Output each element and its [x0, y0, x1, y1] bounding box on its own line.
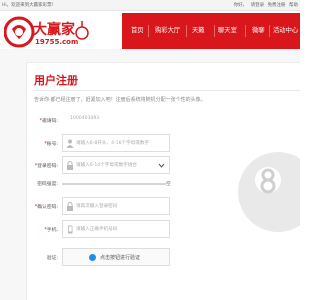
phone-label: *手机:: [44, 228, 58, 233]
nav-divider: [269, 25, 270, 37]
account-field[interactable]: 请输入6-8开头、4-16个字母或数字: [62, 134, 170, 152]
eight-ball-illustration: [238, 152, 300, 232]
top-bar: Hi，欢迎来到大赢家彩票! 你好， 请登录 免费注册 帮助: [0, 0, 300, 11]
verify-button-label: 点击按钮进行验证: [100, 255, 141, 261]
password-field[interactable]: 请输入6-14个字母或数字组合: [62, 156, 170, 174]
nav-item-activity-center[interactable]: 活动中心: [273, 13, 298, 49]
main-nav: 首页 购彩大厅 天籁 聊天室 微聊 活动中心: [122, 13, 300, 49]
nav-divider: [186, 25, 187, 37]
strength-end-label: 空: [166, 182, 171, 187]
nav-item-chat-room[interactable]: 聊天室: [218, 13, 237, 49]
captcha-verify-button[interactable]: 点击按钮进行验证: [62, 248, 170, 266]
login-link[interactable]: 请登录: [251, 3, 265, 8]
chevron-down-icon[interactable]: [158, 162, 165, 169]
phone-placeholder: 请输入正确手机号码: [76, 227, 118, 232]
confirm-label: *确认密码:: [34, 205, 58, 210]
account-label: *账号:: [44, 142, 58, 147]
nav-divider: [245, 25, 246, 37]
lock-icon: [67, 161, 73, 170]
logo-brand: 大赢家: [33, 21, 76, 38]
user-icon: [66, 139, 74, 148]
site-logo[interactable]: 大赢家 19755.com: [4, 11, 96, 49]
nav-item-tianlai[interactable]: 天籁: [192, 13, 205, 49]
nav-item-weiliao[interactable]: 微聊: [252, 13, 265, 49]
help-link[interactable]: 帮助: [289, 3, 298, 8]
register-link[interactable]: 免费注册: [268, 3, 286, 8]
invite-label: *邀请码:: [39, 119, 58, 124]
page-title: 用户注册: [34, 74, 78, 87]
invite-code-value: 1000403093: [70, 116, 100, 121]
confirm-password-field[interactable]: 请再次输入登录密码: [62, 197, 170, 215]
page-subtitle: 告诉你·都已经注册了，赶紧加入吧！注册后系统将随机分配一张个性的头像。: [34, 97, 206, 103]
password-placeholder: 请输入6-14个字母或数字组合: [76, 163, 137, 168]
greeting-text: 你好，: [233, 3, 248, 8]
account-placeholder: 请输入6-8开头、4-16个字母或数字: [76, 141, 150, 146]
title-divider: [34, 90, 300, 91]
nav-divider: [148, 25, 149, 37]
nav-item-home[interactable]: 首页: [131, 13, 144, 49]
welcome-text: Hi，欢迎来到大赢家彩票!: [2, 3, 54, 8]
lock-icon: [67, 202, 73, 211]
nav-divider: [214, 25, 215, 37]
logo-domain: 19755.com: [35, 38, 78, 46]
nav-item-lottery-hall[interactable]: 购彩大厅: [155, 13, 180, 49]
invite-code-field[interactable]: 1000403093: [62, 111, 170, 129]
phone-field[interactable]: 请输入正确手机号码: [62, 220, 170, 238]
password-strength-bar: [62, 183, 166, 185]
phone-icon: [68, 225, 73, 234]
verify-dot-icon: [89, 254, 96, 261]
verify-label: 验证:: [46, 256, 58, 261]
strength-label: 密码强度:: [37, 182, 58, 187]
password-label: *登录密码:: [34, 164, 58, 169]
confirm-password-placeholder: 请再次输入登录密码: [76, 204, 118, 209]
top-links: 你好， 请登录 免费注册 帮助: [232, 2, 298, 8]
